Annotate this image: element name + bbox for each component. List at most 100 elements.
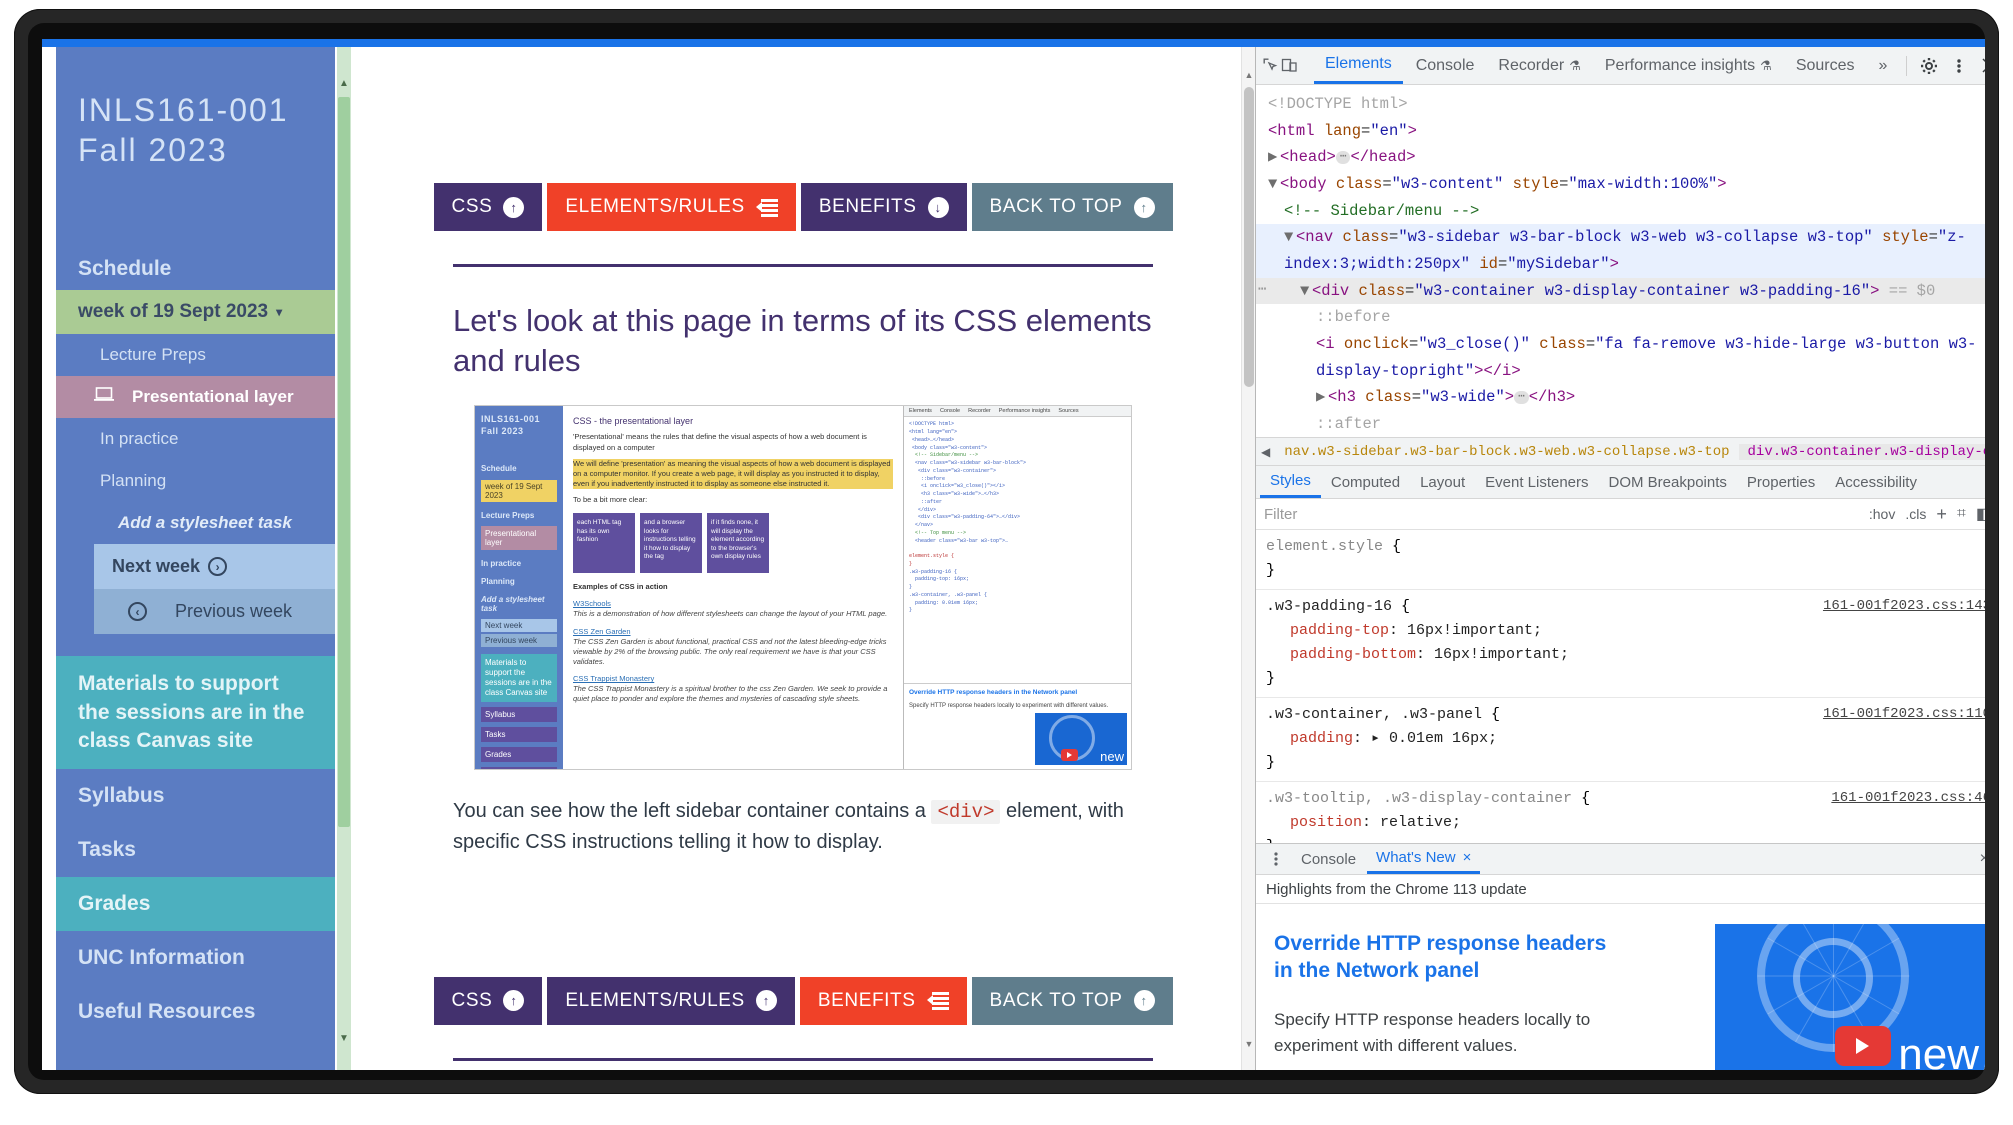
cls-toggle[interactable]: .cls [1905,506,1926,522]
sidebar-item-lecture-preps[interactable]: Lecture Preps [56,334,335,376]
thumb-sidebar-week: week of 19 Sept 2023 [481,479,557,502]
toggle-sidebar-icon[interactable]: ◧ [1976,504,1985,524]
style-declaration[interactable]: position: relative; [1266,811,1985,835]
drawer-tab-console[interactable]: Console [1292,844,1365,874]
dom-line[interactable]: <html lang="en"> [1256,118,1985,145]
sidebar-next-week-button[interactable]: Next week › [94,544,335,590]
nav-button-label: BACK TO TOP [989,196,1123,217]
tab-layout[interactable]: Layout [1410,466,1475,498]
nav-button-elements-rules-top[interactable]: ELEMENTS/RULES [547,183,796,231]
tab-properties[interactable]: Properties [1737,466,1825,498]
style-rule[interactable]: element.style {} [1256,530,1985,590]
dom-line[interactable]: ::before [1256,304,1985,331]
sidebar-canvas-banner: Materials to support the sessions are in… [56,656,335,770]
sidebar-week-label: week of 19 Sept 2023 [78,301,269,323]
dom-line[interactable]: ▶ <head> ⋯ </head> [1256,144,1985,171]
breadcrumb-scroll-left-icon[interactable]: ◀ [1256,445,1275,459]
style-rule[interactable]: 161-001f2023.css:143 .w3-padding-16 {padd… [1256,590,1985,698]
tab-sources[interactable]: Sources [1785,47,1866,84]
dom-breadcrumb-bar[interactable]: ◀ nav.w3-sidebar.w3-bar-block.w3-web.w3-… [1256,437,1985,466]
style-declaration[interactable]: padding-bottom: 16px!important; [1266,643,1985,667]
page-main-content: CSS ↑ ELEMENTS/RULES BENEFITS ↓ BACK TO … [351,47,1255,1070]
style-declaration[interactable]: padding: ▸ 0.01em 16px; [1266,727,1985,751]
sidebar-link-tasks[interactable]: Tasks [56,823,335,877]
gear-icon[interactable] [1915,53,1943,79]
nav-button-elements-rules-bottom[interactable]: ELEMENTS/RULES ↑ [547,976,795,1025]
style-rule-source-link[interactable]: 161-001f2023.css:46 [1831,787,1985,810]
dom-line[interactable]: ▶ <h3 class="w3-wide"> ⋯ </h3> [1256,384,1985,411]
dom-line-content: <html lang="en"> [1268,121,1417,140]
sidebar-link-useful-resources[interactable]: Useful Resources [56,985,335,1039]
kebab-menu-icon[interactable] [1945,53,1973,79]
scroll-down-arrow-icon[interactable]: ▼ [337,1030,351,1046]
style-declaration[interactable]: padding-top: 16px!important; [1266,619,1985,643]
nav-button-back-to-top-top[interactable]: BACK TO TOP ↑ [971,183,1173,231]
scroll-up-arrow-icon[interactable]: ▲ [1242,67,1255,83]
more-tabs-icon[interactable]: » [1868,47,1899,84]
dom-line-gutter-dots[interactable]: ⋯ [1258,278,1266,302]
scroll-up-arrow-icon[interactable]: ▲ [337,75,351,91]
computed-styles-sidebar-icon[interactable]: ⌗ [1957,505,1966,523]
drawer-tab-whats-new[interactable]: What's New × [1367,844,1481,874]
tab-styles[interactable]: Styles [1260,466,1321,498]
tab-event-listeners[interactable]: Event Listeners [1475,466,1598,498]
dom-line[interactable]: ▼ <nav class="w3-sidebar w3-bar-block w3-… [1256,224,1985,278]
whats-new-video-card[interactable]: new [1715,924,1985,1070]
sidebar-item-in-practice[interactable]: In practice [56,418,335,460]
nav-button-benefits-top[interactable]: BENEFITS ↓ [800,183,967,231]
styles-filter-input[interactable]: Filter [1264,506,1859,523]
tab-recorder[interactable]: Recorder ⚗ [1487,47,1591,84]
thumb-whats-new-title: Override HTTP response headers in the Ne… [909,689,1078,697]
thumb-sidebar-banner: Materials to support the sessions are in… [481,653,557,702]
tab-dom-breakpoints[interactable]: DOM Breakpoints [1599,466,1737,498]
sidebar-week-selector[interactable]: week of 19 Sept 2023 ▾ [56,290,335,335]
style-rule-selector[interactable]: element.style { [1266,535,1985,559]
tab-accessibility[interactable]: Accessibility [1825,466,1927,498]
dom-line[interactable]: <!-- Sidebar/menu --> [1256,198,1985,225]
sidebar-link-grades[interactable]: Grades [56,877,335,932]
page-scrollbar-right[interactable]: ▲ ▼ [1241,47,1255,1070]
breadcrumb-item-div[interactable]: div.w3-container.w3-display-container.w3… [1738,443,1985,460]
dom-line[interactable]: ⋯ ▼ <div class="w3-container w3-display-co… [1256,277,1985,305]
sidebar-item-add-stylesheet-task[interactable]: Add a stylesheet task [56,502,335,544]
dom-tree[interactable]: <!DOCTYPE html> <html lang="en"> ▶ <head> ⋯ <… [1256,85,1985,437]
device-toolbar-icon[interactable] [1281,53,1298,79]
tab-computed[interactable]: Computed [1321,466,1410,498]
inspect-element-icon[interactable] [1262,53,1279,79]
dom-line[interactable]: ::after [1256,411,1985,437]
embedded-screenshot-thumbnail[interactable]: INLS161-001 Fall 2023 Schedule week of 1… [474,405,1132,771]
nav-button-benefits-bottom[interactable]: BENEFITS [799,976,967,1025]
scrollbar-thumb[interactable] [1244,87,1254,387]
tab-console[interactable]: Console [1405,47,1486,84]
sidebar-item-planning[interactable]: Planning [56,460,335,502]
sidebar-link-unc-information[interactable]: UNC Information [56,931,335,985]
scrollbar-thumb[interactable] [338,97,350,827]
close-icon[interactable] [1975,53,1985,79]
style-rule[interactable]: 161-001f2023.css:46 .w3-tooltip, .w3-disp… [1256,782,1985,843]
tab-performance-insights[interactable]: Performance insights ⚗ [1594,47,1783,84]
tab-elements[interactable]: Elements [1314,47,1403,84]
drawer-close-icon[interactable]: × [1980,850,1985,868]
style-rule-source-link[interactable]: 161-001f2023.css:110 [1823,703,1985,726]
nav-button-css-top[interactable]: CSS ↑ [433,183,543,231]
whats-new-article-title[interactable]: Override HTTP response headers in the Ne… [1274,930,1629,985]
dom-line[interactable]: <!DOCTYPE html> [1256,91,1985,118]
kebab-menu-icon[interactable] [1262,846,1290,872]
sidebar-previous-week-button[interactable]: ‹ Previous week [94,589,335,635]
close-icon[interactable]: × [1463,849,1472,866]
dom-line[interactable]: <i onclick="w3_close()" class="fa fa-rem… [1256,331,1985,384]
styles-pane[interactable]: element.style {} 161-001f2023.css:143 .w3-… [1256,530,1985,843]
page-scrollbar-left[interactable]: ▲ ▼ [337,47,351,1070]
dom-line[interactable]: ▼ <body class="w3-content" style="max-wid… [1256,171,1985,198]
style-rule-source-link[interactable]: 161-001f2023.css:143 [1823,595,1985,618]
sidebar-link-syllabus[interactable]: Syllabus [56,769,335,823]
new-style-rule-icon[interactable]: + [1936,504,1947,525]
breadcrumb-item-nav[interactable]: nav.w3-sidebar.w3-bar-block.w3-web.w3-co… [1275,444,1738,460]
hov-toggle[interactable]: :hov [1869,506,1895,522]
style-rule[interactable]: 161-001f2023.css:110 .w3-container, .w3-p… [1256,698,1985,782]
nav-button-back-to-top-bottom[interactable]: BACK TO TOP ↑ [971,976,1173,1025]
sidebar-item-presentational-layer[interactable]: Presentational layer [56,376,335,419]
scroll-down-arrow-icon[interactable]: ▼ [1242,1036,1255,1052]
nav-button-css-bottom[interactable]: CSS ↑ [433,976,543,1025]
play-button-icon[interactable] [1835,1026,1891,1066]
